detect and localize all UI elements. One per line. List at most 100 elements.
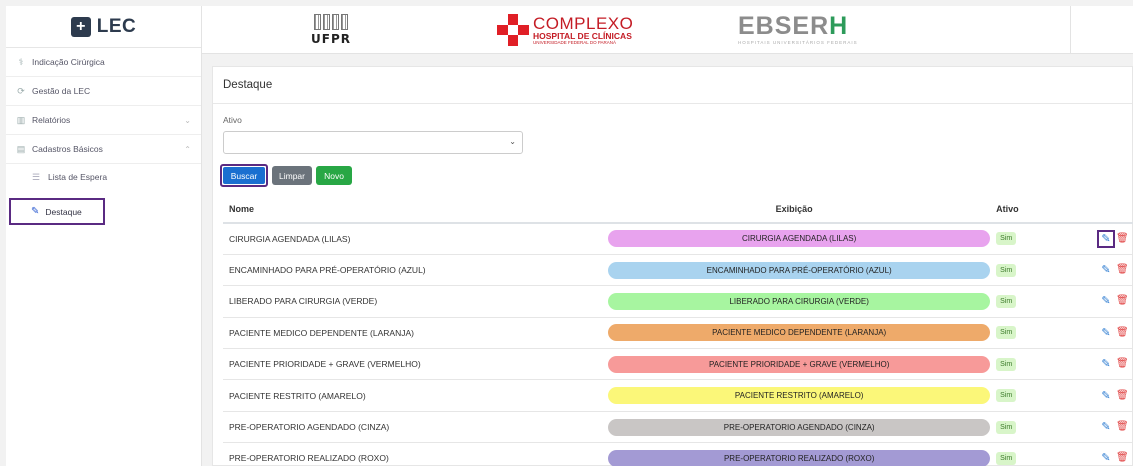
color-pill: CIRURGIA AGENDADA (LILAS)	[608, 230, 991, 248]
chevron-down-icon: ⌄	[184, 115, 191, 125]
cell-nome: PRE-OPERATORIO AGENDADO (CINZA)	[223, 411, 599, 444]
trash-icon[interactable]: 🗑	[1116, 421, 1129, 433]
column-header-exibicao[interactable]: Exibição	[598, 195, 991, 224]
trash-icon[interactable]: 🗑	[1116, 264, 1129, 276]
cell-nome: PACIENTE PRIORIDADE + GRAVE (VERMELHO)	[223, 348, 599, 381]
color-pill: ENCAMINHADO PARA PRÉ-OPERATÓRIO (AZUL)	[608, 261, 991, 279]
cell-exibicao: PACIENTE PRIORIDADE + GRAVE (VERMELHO)	[598, 348, 991, 381]
trash-icon[interactable]: 🗑	[1116, 327, 1129, 339]
edit-icon[interactable]: ✎	[1100, 390, 1112, 402]
sidebar-item-indicacao-cirurgica[interactable]: ⚕ Indicação Cirúrgica	[6, 48, 201, 77]
column-header-nome[interactable]: Nome	[223, 195, 599, 224]
sidebar-item-destaque[interactable]: ✎ Destaque	[9, 198, 105, 225]
list-icon: ☰	[32, 171, 41, 182]
cell-ativo: Sim	[990, 254, 1070, 287]
sidebar-item-gestao-lec[interactable]: ⟳ Gestão da LEC	[6, 77, 201, 106]
status-badge: Sim	[996, 294, 1017, 308]
table-row: PRE-OPERATORIO REALIZADO (ROXO) PRE-OPERA…	[223, 442, 1133, 466]
color-pill: PACIENTE PRIORIDADE + GRAVE (VERMELHO)	[608, 355, 991, 373]
cell-actions: ✎ 🗑	[1069, 254, 1133, 287]
cell-actions: ✎ 🗑	[1069, 442, 1133, 466]
cell-actions: ✎ 🗑	[1069, 317, 1133, 350]
ativo-select[interactable]: ⌄	[223, 131, 523, 154]
sidebar-item-lista-espera[interactable]: ☰ Lista de Espera	[6, 164, 201, 190]
cell-actions: ✎ 🗑	[1069, 379, 1133, 412]
column-header-actions	[1069, 195, 1133, 224]
edit-icon[interactable]: ✎	[1100, 264, 1112, 276]
sidebar: + LEC ⚕ Indicação Cirúrgica ⟳ Gestão da …	[6, 6, 202, 466]
novo-button[interactable]: Novo	[316, 166, 352, 185]
column-header-ativo[interactable]: Ativo	[990, 195, 1070, 224]
sidebar-item-label: Relatórios	[32, 115, 71, 125]
cell-actions: ✎ 🗑	[1069, 348, 1133, 381]
cell-ativo: Sim	[990, 442, 1070, 466]
edit-icon[interactable]: ✎	[1097, 229, 1115, 248]
trash-icon[interactable]: 🗑	[1116, 452, 1129, 464]
app-logo-text: LEC	[96, 15, 137, 37]
table-row: PACIENTE PRIORIDADE + GRAVE (VERMELHO) PA…	[223, 348, 1133, 381]
cell-actions: ✎ 🗑	[1069, 285, 1133, 318]
table-row: PACIENTE RESTRITO (AMARELO) PACIENTE REST…	[223, 379, 1133, 412]
main-card: Destaque Ativo ⌄ Buscar Limpar Novo Nome…	[212, 66, 1133, 466]
chevron-up-icon: ⌃	[184, 144, 191, 154]
status-badge: Sim	[996, 326, 1017, 340]
database-icon: ▤	[16, 143, 26, 154]
red-cross-icon	[497, 14, 529, 46]
ebserh-text: EBSER	[738, 12, 830, 40]
limpar-button[interactable]: Limpar	[272, 166, 312, 185]
sidebar-item-label: Lista de Espera	[48, 172, 108, 182]
trash-icon[interactable]: 🗑	[1116, 233, 1129, 245]
cell-nome: PACIENTE RESTRITO (AMARELO)	[223, 379, 599, 412]
complexo-title: COMPLEXO	[533, 13, 634, 33]
destaque-table: Nome Exibição Ativo CIRURGIA AGENDADA (L…	[223, 195, 1133, 466]
trash-icon[interactable]: 🗑	[1116, 295, 1129, 307]
sidebar-item-cadastros-basicos[interactable]: ▤ Cadastros Básicos ⌃	[6, 135, 201, 164]
cell-exibicao: ENCAMINHADO PARA PRÉ-OPERATÓRIO (AZUL)	[598, 254, 991, 287]
stethoscope-icon: ⚕	[18, 56, 24, 67]
color-pill: PACIENTE RESTRITO (AMARELO)	[608, 387, 991, 405]
cell-nome: CIRURGIA AGENDADA (LILAS)	[223, 223, 599, 255]
buscar-button-label: Buscar	[223, 167, 265, 184]
color-pill: LIBERADO PARA CIRURGIA (VERDE)	[608, 292, 991, 310]
sidebar-item-label: Indicação Cirúrgica	[32, 57, 105, 67]
ebserh-h: H	[829, 12, 849, 40]
cell-actions: ✎ 🗑	[1069, 411, 1133, 444]
cell-exibicao: CIRURGIA AGENDADA (LILAS)	[598, 223, 991, 255]
cell-nome: PRE-OPERATORIO REALIZADO (ROXO)	[223, 442, 599, 466]
cell-ativo: Sim	[990, 411, 1070, 444]
page-title: Destaque	[213, 67, 1132, 104]
status-badge: Sim	[996, 232, 1017, 246]
filter-label-ativo: Ativo	[223, 115, 242, 125]
sidebar-item-relatorios[interactable]: ▥ Relatórios ⌄	[6, 106, 201, 135]
edit-icon[interactable]: ✎	[1100, 452, 1112, 464]
status-badge: Sim	[996, 420, 1017, 434]
trash-icon[interactable]: 🗑	[1116, 358, 1129, 370]
trash-icon[interactable]: 🗑	[1116, 390, 1129, 402]
edit-icon[interactable]: ✎	[1100, 358, 1112, 370]
edit-icon[interactable]: ✎	[1100, 295, 1112, 307]
complexo-logo: COMPLEXO HOSPITAL DE CLÍNICAS UNIVERSIDA…	[497, 12, 633, 48]
table-row: CIRURGIA AGENDADA (LILAS) CIRURGIA AGENDA…	[223, 223, 1133, 255]
cell-nome: ENCAMINHADO PARA PRÉ-OPERATÓRIO (AZUL)	[223, 254, 599, 287]
app-logo[interactable]: + LEC	[6, 6, 201, 48]
color-pill: PACIENTE MEDICO DEPENDENTE (LARANJA)	[608, 324, 991, 342]
edit-icon[interactable]: ✎	[1100, 421, 1112, 433]
buscar-button[interactable]: Buscar	[220, 164, 268, 187]
complexo-small: UNIVERSIDADE FEDERAL DO PARANÁ	[533, 39, 617, 45]
cell-ativo: Sim	[990, 223, 1070, 255]
ebserh-subtitle: HOSPITAIS UNIVERSITÁRIOS FEDERAIS	[738, 40, 858, 45]
cell-exibicao: PACIENTE MEDICO DEPENDENTE (LARANJA)	[598, 317, 991, 350]
cell-ativo: Sim	[990, 379, 1070, 412]
sidebar-item-label: Gestão da LEC	[32, 86, 91, 96]
cell-exibicao: PRE-OPERATORIO AGENDADO (CINZA)	[598, 411, 991, 444]
color-pill: PRE-OPERATORIO AGENDADO (CINZA)	[608, 418, 991, 436]
cell-nome: PACIENTE MEDICO DEPENDENTE (LARANJA)	[223, 317, 599, 350]
color-pill: PRE-OPERATORIO REALIZADO (ROXO)	[608, 449, 991, 466]
edit-icon[interactable]: ✎	[1100, 327, 1112, 339]
cell-exibicao: PRE-OPERATORIO REALIZADO (ROXO)	[598, 442, 991, 466]
cell-nome: LIBERADO PARA CIRURGIA (VERDE)	[223, 285, 599, 318]
refresh-icon: ⟳	[17, 85, 25, 96]
header-divider	[1070, 6, 1071, 54]
header: UFPR COMPLEXO HOSPITAL DE CLÍNICAS UNIVE…	[202, 6, 1133, 54]
ebserh-logo: EBSERH HOSPITAIS UNIVERSITÁRIOS FEDERAIS	[738, 12, 858, 46]
